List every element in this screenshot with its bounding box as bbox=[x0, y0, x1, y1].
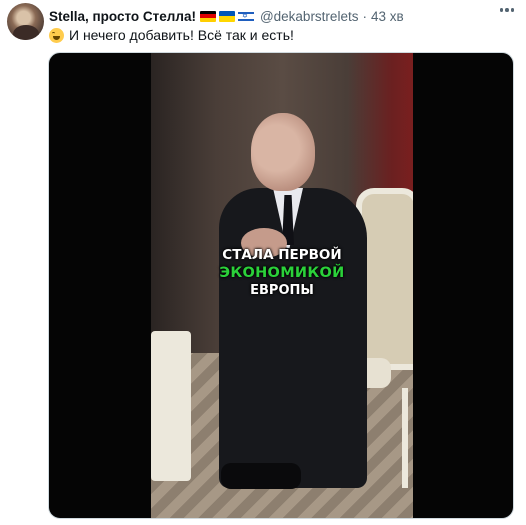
tweet-text-content: И нечего добавить! Всё так и есть! bbox=[69, 27, 294, 43]
tweet-text: И нечего добавить! Всё так и есть! bbox=[49, 26, 294, 44]
grinning-sweat-face-icon bbox=[49, 27, 64, 43]
avatar[interactable] bbox=[7, 3, 44, 40]
display-name[interactable]: Stella, просто Стелла! bbox=[49, 9, 196, 24]
video-media[interactable]: СТАЛА ПЕРВОЙ ЭКОНОМИКОЙ ЕВРОПЫ bbox=[48, 52, 514, 519]
video-caption: СТАЛА ПЕРВОЙ ЭКОНОМИКОЙ ЕВРОПЫ bbox=[151, 247, 413, 299]
person-shoes bbox=[221, 463, 301, 489]
person-head bbox=[251, 113, 315, 191]
separator-dot: · bbox=[362, 8, 367, 24]
caption-line-3: ЕВРОПЫ bbox=[250, 283, 314, 298]
caption-line-1: СТАЛА ПЕРВОЙ bbox=[222, 247, 342, 263]
tweet[interactable]: Stella, просто Стелла! ✡ @dekabrstrelets… bbox=[0, 0, 526, 525]
flag-ukraine-icon bbox=[218, 10, 235, 22]
user-handle[interactable]: @dekabrstrelets bbox=[260, 9, 359, 24]
caption-line-2: ЭКОНОМИКОЙ bbox=[219, 265, 345, 281]
side-table bbox=[151, 331, 191, 481]
flag-emojis: ✡ bbox=[199, 10, 254, 22]
tweet-header: Stella, просто Стелла! ✡ @dekabrstrelets… bbox=[49, 6, 404, 26]
flag-israel-icon: ✡ bbox=[237, 10, 254, 22]
video-frame[interactable]: СТАЛА ПЕРВОЙ ЭКОНОМИКОЙ ЕВРОПЫ bbox=[151, 53, 413, 518]
more-options-icon[interactable] bbox=[499, 8, 514, 12]
flag-germany-icon bbox=[199, 10, 216, 22]
timestamp[interactable]: 43 хв bbox=[371, 9, 404, 24]
